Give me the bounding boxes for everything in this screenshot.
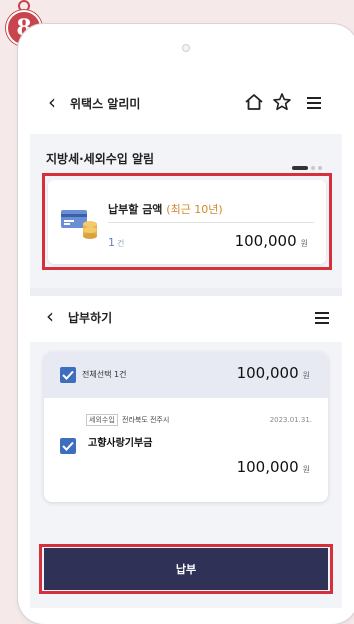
carousel-pager[interactable] bbox=[292, 157, 325, 176]
menu-icon[interactable] bbox=[314, 310, 330, 329]
count-unit: 건 bbox=[117, 239, 125, 248]
camera-icon bbox=[182, 44, 190, 52]
select-all-amount-value: 100,000 bbox=[236, 364, 299, 382]
payment-list-card: 전체선택 1건 100,000 원 세외수입 전라북도 전주시 2023.01.3… bbox=[44, 352, 328, 502]
item-amount: 100,000 원 bbox=[237, 458, 310, 476]
section-divider bbox=[30, 288, 342, 296]
alert-section-title: 지방세·세외수입 알림 bbox=[46, 152, 155, 166]
item-amount-unit: 원 bbox=[302, 465, 310, 474]
select-all-amount-unit: 원 bbox=[302, 371, 310, 380]
amount-due-period: (최근 10년) bbox=[166, 203, 223, 216]
count-value: 1 bbox=[108, 236, 115, 249]
menu-icon[interactable] bbox=[306, 95, 322, 114]
bill-coins-icon bbox=[60, 208, 100, 244]
amount-due-label: 납부할 금액 (최근 10년) bbox=[108, 201, 223, 217]
home-icon[interactable] bbox=[244, 92, 264, 116]
item-name: 고향사랑기부금 bbox=[88, 438, 153, 449]
amount-unit: 원 bbox=[300, 239, 308, 248]
app-title: 위택스 알리미 bbox=[70, 97, 141, 111]
amount-due-count: 1건 bbox=[108, 236, 124, 249]
app-screen: ‹ 위택스 알리미 지방세·세외수입 알림 납부할 금액 (최근 10년) 1 … bbox=[30, 68, 342, 608]
item-checkbox[interactable] bbox=[60, 438, 76, 454]
chevron-left-icon[interactable]: ‹ bbox=[48, 90, 56, 114]
payment-header: ‹ 납부하기 bbox=[30, 296, 342, 342]
chevron-left-icon[interactable]: ‹ bbox=[46, 304, 54, 328]
card-divider bbox=[108, 222, 314, 223]
star-icon[interactable] bbox=[272, 92, 292, 116]
select-all-checkbox[interactable] bbox=[60, 367, 76, 383]
item-category-tag: 세외수입 bbox=[86, 414, 118, 426]
item-date: 2023.01.31. bbox=[269, 416, 312, 424]
payment-title: 납부하기 bbox=[68, 311, 113, 325]
pay-button[interactable]: 납부 bbox=[44, 548, 328, 590]
app-header: ‹ 위택스 알리미 bbox=[30, 68, 342, 134]
amount-due-title: 납부할 금액 bbox=[108, 203, 163, 216]
item-amount-value: 100,000 bbox=[236, 458, 299, 476]
amount-due-value: 100,000 원 bbox=[235, 232, 308, 250]
amount-due-card[interactable]: 납부할 금액 (최근 10년) 1건 100,000 원 bbox=[48, 180, 326, 264]
select-all-amount: 100,000 원 bbox=[237, 364, 310, 382]
select-all-row[interactable]: 전체선택 1건 100,000 원 bbox=[44, 352, 328, 398]
amount-value: 100,000 bbox=[234, 232, 297, 250]
select-all-label: 전체선택 1건 bbox=[82, 370, 127, 379]
item-region: 전라북도 전주시 bbox=[122, 416, 170, 424]
